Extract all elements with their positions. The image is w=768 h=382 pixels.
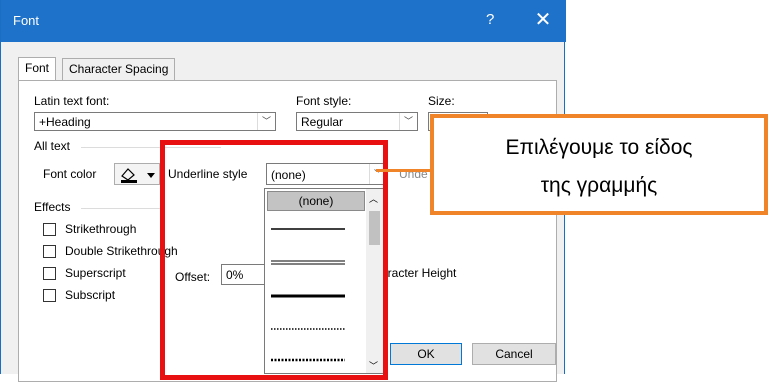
latin-font-combo[interactable]: +Heading ﹀ bbox=[34, 112, 276, 131]
equalize-character-height-label: aracter Height bbox=[381, 266, 457, 280]
strikethrough-label: Strikethrough bbox=[65, 222, 137, 236]
latin-font-value: +Heading bbox=[39, 115, 91, 129]
group-divider bbox=[81, 208, 163, 209]
all-text-group-label: All text bbox=[34, 139, 71, 153]
chevron-down-icon[interactable]: ﹀ bbox=[257, 113, 275, 130]
paint-bucket-icon bbox=[121, 168, 155, 183]
double-strikethrough-checkbox[interactable] bbox=[43, 245, 56, 258]
scroll-up-icon[interactable]: ︿ bbox=[369, 192, 378, 205]
scroll-down-icon[interactable]: ﹀ bbox=[369, 359, 378, 372]
title-bar: Font ? ✕ bbox=[1, 0, 566, 42]
effects-group-label: Effects bbox=[34, 200, 71, 214]
font-color-picker[interactable] bbox=[114, 163, 160, 185]
superscript-label: Superscript bbox=[65, 266, 126, 280]
underline-style-value: (none) bbox=[271, 168, 306, 182]
window-title: Font bbox=[13, 13, 40, 28]
callout-line-1: Επιλέγουμε το είδος bbox=[505, 136, 693, 159]
latin-font-label: Latin text font: bbox=[34, 94, 110, 108]
strikethrough-checkbox[interactable] bbox=[43, 223, 56, 236]
font-style-combo[interactable]: Regular ﹀ bbox=[296, 112, 418, 131]
offset-label: Offset: bbox=[175, 270, 211, 284]
callout-line-2: της γραμμής bbox=[540, 174, 658, 197]
close-button[interactable]: ✕ bbox=[528, 6, 558, 34]
tab-character-spacing[interactable]: Character Spacing bbox=[62, 58, 176, 80]
font-style-value: Regular bbox=[301, 115, 344, 129]
underline-style-options bbox=[271, 228, 345, 362]
instruction-callout: Επιλέγουμε το είδος της γραμμής bbox=[430, 114, 768, 215]
help-button[interactable]: ? bbox=[486, 11, 494, 28]
offset-value: 0% bbox=[226, 268, 244, 282]
double-strikethrough-label: Double Strikethrough bbox=[65, 244, 178, 258]
subscript-checkbox[interactable] bbox=[43, 289, 56, 302]
underline-style-dropdown-list[interactable]: (none) ︿ ﹀ bbox=[264, 188, 384, 374]
dropdown-scrollbar[interactable]: ︿ ﹀ bbox=[366, 189, 383, 373]
tab-font[interactable]: Font bbox=[18, 57, 57, 81]
underline-style-combo[interactable]: (none) ﹀ bbox=[266, 163, 388, 185]
chevron-down-icon[interactable]: ﹀ bbox=[369, 164, 387, 184]
scroll-thumb[interactable] bbox=[369, 211, 380, 245]
ok-button[interactable]: OK bbox=[390, 343, 462, 365]
chevron-down-icon[interactable]: ﹀ bbox=[399, 113, 417, 130]
callout-connector bbox=[376, 169, 432, 172]
superscript-checkbox[interactable] bbox=[43, 267, 56, 280]
group-divider bbox=[81, 147, 221, 148]
font-color-label: Font color bbox=[43, 167, 97, 181]
size-label: Size: bbox=[428, 94, 455, 108]
font-style-label: Font style: bbox=[296, 94, 352, 108]
subscript-label: Subscript bbox=[65, 288, 116, 302]
underline-style-label: Underline style bbox=[168, 167, 248, 181]
cancel-button[interactable]: Cancel bbox=[472, 343, 556, 365]
